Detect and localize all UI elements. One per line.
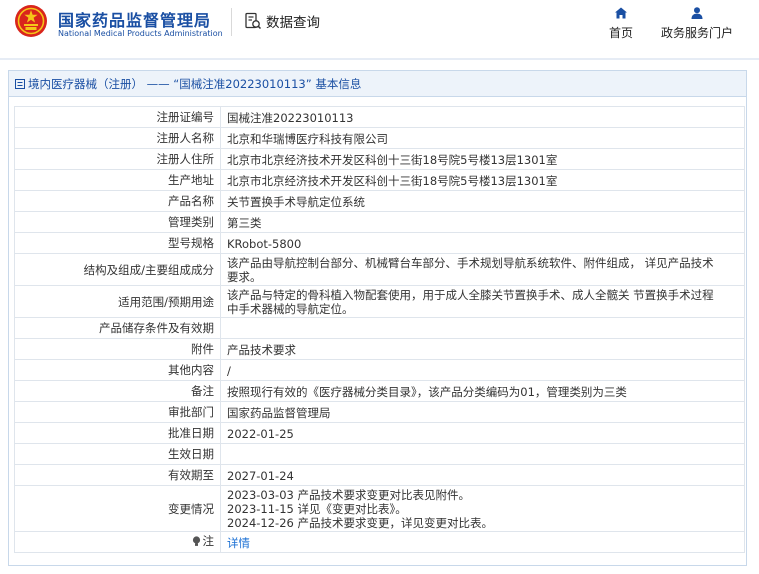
national-emblem-icon: [15, 5, 47, 37]
table-row: 结构及组成/主要组成成分 该产品由导航控制台部分、机械臂台车部分、手术规划导航系…: [14, 253, 745, 286]
field-value: 国家药品监督管理局: [220, 401, 745, 423]
field-value: 2023-03-03 产品技术要求变更对比表见附件。 2023-11-15 详见…: [220, 485, 745, 532]
note-label: 注: [202, 534, 215, 549]
change-entry: 2023-03-03 产品技术要求变更对比表见附件。: [227, 488, 470, 502]
field-label: 有效期至: [14, 464, 221, 486]
field-value: KRobot-5800: [220, 232, 745, 254]
field-value: 2022-01-25: [220, 422, 745, 444]
field-label: 产品储存条件及有效期: [14, 317, 221, 339]
field-value: 国械注准20223010113: [220, 106, 745, 128]
field-value: 第三类: [220, 211, 745, 233]
field-value: 北京和华瑞博医疗科技有限公司: [220, 127, 745, 149]
nav-home-label: 首页: [608, 26, 633, 40]
registration-info-panel: 境内医疗器械（注册） —— “国械注准20223010113” 基本信息 注册证…: [8, 70, 747, 566]
field-value: [220, 317, 745, 339]
table-row: 生效日期: [14, 443, 745, 465]
field-label: 型号规格: [14, 232, 221, 254]
table-row: 变更情况 2023-03-03 产品技术要求变更对比表见附件。 2023-11-…: [14, 485, 745, 532]
field-value: 2027-01-24: [220, 464, 745, 486]
nav-service-portal-label: 政务服务门户: [660, 26, 733, 40]
field-label: 产品名称: [14, 190, 221, 212]
field-value: 该产品由导航控制台部分、机械臂台车部分、手术规划导航系统软件、附件组成， 详见产…: [220, 253, 745, 286]
nav-home[interactable]: 首页: [604, 6, 638, 41]
info-table: 注册证编号 国械注准20223010113 注册人名称 北京和华瑞博医疗科技有限…: [14, 106, 745, 553]
field-value: 产品技术要求: [220, 338, 745, 360]
agency-name-cn: 国家药品监督管理局: [58, 11, 212, 30]
value-line: 要求。: [227, 270, 262, 284]
field-value: 按照现行有效的《医疗器械分类目录》，该产品分类编码为01，管理类别为三类: [220, 380, 745, 402]
field-value: 该产品与特定的骨科植入物配套使用，用于成人全膝关节置换手术、成人全髋关 节置换手…: [220, 285, 745, 318]
field-label: 其他内容: [14, 359, 221, 381]
field-value: 关节置换手术导航定位系统: [220, 190, 745, 212]
field-label: 变更情况: [14, 485, 221, 532]
table-row: 批准日期 2022-01-25: [14, 422, 745, 444]
field-label: 批准日期: [14, 422, 221, 444]
field-value: 北京市北京经济技术开发区科创十三街18号院5号楼13层1301室: [220, 169, 745, 191]
table-row: 备注 按照现行有效的《医疗器械分类目录》，该产品分类编码为01，管理类别为三类: [14, 380, 745, 402]
header-bottom-rule: [0, 58, 759, 60]
table-row: 其他内容 /: [14, 359, 745, 381]
data-query-label: 数据查询: [266, 15, 320, 31]
table-row: 审批部门 国家药品监督管理局: [14, 401, 745, 423]
table-row: 注册人住所 北京市北京经济技术开发区科创十三街18号院5号楼13层1301室: [14, 148, 745, 170]
value-line: 该产品由导航控制台部分、机械臂台车部分、手术规划导航系统软件、附件组成， 详见产…: [227, 256, 714, 270]
table-row: 管理类别 第三类: [14, 211, 745, 233]
document-search-icon: [245, 12, 262, 30]
field-value: [220, 443, 745, 465]
list-icon: [15, 78, 25, 89]
field-label: 注册证编号: [14, 106, 221, 128]
table-row: 有效期至 2027-01-24: [14, 464, 745, 486]
field-label: 结构及组成/主要组成成分: [14, 253, 221, 286]
field-label: 注册人名称: [14, 127, 221, 149]
field-label: 审批部门: [14, 401, 221, 423]
user-icon: [691, 7, 703, 19]
table-row: 注册人名称 北京和华瑞博医疗科技有限公司: [14, 127, 745, 149]
nav-service-portal[interactable]: 政务服务门户: [658, 6, 736, 41]
table-row: 附件 产品技术要求: [14, 338, 745, 360]
home-icon: [615, 7, 627, 19]
site-header: 国家药品监督管理局 National Medical Products Admi…: [0, 0, 759, 60]
field-label-note: 注: [14, 531, 221, 553]
panel-title-bar: 境内医疗器械（注册） —— “国械注准20223010113” 基本信息: [9, 71, 746, 97]
change-entry: 2024-12-26 产品技术要求变更，详见变更对比表。: [227, 516, 493, 530]
field-label: 生效日期: [14, 443, 221, 465]
field-label: 管理类别: [14, 211, 221, 233]
field-value: /: [220, 359, 745, 381]
lightbulb-icon: [192, 536, 200, 546]
header-divider: [231, 8, 232, 36]
table-row: 产品储存条件及有效期: [14, 317, 745, 339]
details-link[interactable]: 详情: [227, 536, 250, 550]
value-line: 该产品与特定的骨科植入物配套使用，用于成人全膝关节置换手术、成人全髋关 节置换手…: [227, 288, 714, 302]
panel-title: 境内医疗器械（注册） —— “国械注准20223010113” 基本信息: [28, 76, 362, 91]
data-query-title: 数据查询: [244, 10, 320, 32]
table-row: 适用范围/预期用途 该产品与特定的骨科植入物配套使用，用于成人全膝关节置换手术、…: [14, 285, 745, 318]
value-line: 中手术器械的导航定位。: [227, 302, 354, 316]
field-value: 北京市北京经济技术开发区科创十三街18号院5号楼13层1301室: [220, 148, 745, 170]
field-label: 附件: [14, 338, 221, 360]
table-row: 注册证编号 国械注准20223010113: [14, 106, 745, 128]
table-row: 生产地址 北京市北京经济技术开发区科创十三街18号院5号楼13层1301室: [14, 169, 745, 191]
field-label: 生产地址: [14, 169, 221, 191]
agency-name-en: National Medical Products Administration: [58, 29, 223, 38]
change-entry: 2023-11-15 详见《变更对比表》。: [227, 502, 407, 516]
field-label: 适用范围/预期用途: [14, 285, 221, 318]
field-value: 详情: [220, 531, 745, 553]
field-label: 备注: [14, 380, 221, 402]
field-label: 注册人住所: [14, 148, 221, 170]
table-row: 注 详情: [14, 531, 745, 553]
table-row: 型号规格 KRobot-5800: [14, 232, 745, 254]
table-row: 产品名称 关节置换手术导航定位系统: [14, 190, 745, 212]
